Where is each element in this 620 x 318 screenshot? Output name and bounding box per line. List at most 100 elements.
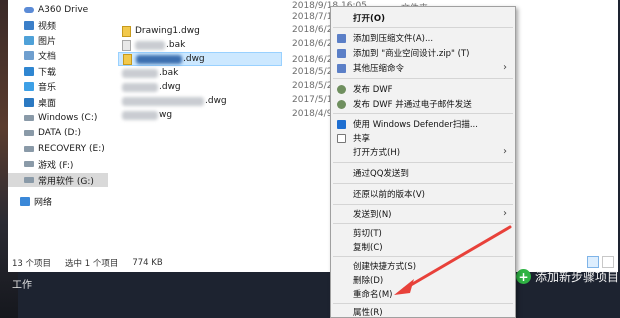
menu-item-publish-dwf-email[interactable]: 发布 DWF 并通过电子邮件发送 <box>331 97 515 111</box>
bak-file-icon <box>122 39 131 51</box>
menu-item-label: 复制(C) <box>353 243 383 253</box>
nav-item-pictures[interactable]: 图片 <box>8 33 108 47</box>
menu-separator <box>333 27 513 28</box>
nav-item-drive-d[interactable]: DATA (D:) <box>8 126 108 140</box>
menu-item-open[interactable]: 打开(O) <box>331 11 515 25</box>
menu-item-label: 共享 <box>353 134 371 144</box>
nav-item-downloads[interactable]: 下载 <box>8 64 108 78</box>
menu-item-label: 剪切(T) <box>353 229 382 239</box>
menu-item-label: 删除(D) <box>353 276 384 286</box>
chevron-right-icon: › <box>503 146 507 157</box>
blurred-name <box>122 68 158 78</box>
nav-item-label: 文档 <box>38 51 57 62</box>
item-count: 13 个项目 <box>12 259 52 269</box>
selection-size: 774 KB <box>132 258 163 268</box>
archive-icon <box>337 49 346 58</box>
menu-item-add-to-zip[interactable]: 添加到 "商业空间设计.zip" (T) <box>331 46 515 60</box>
picture-folder-icon <box>24 35 34 45</box>
nav-item-documents[interactable]: 文档 <box>8 48 108 62</box>
annotation-arrow-icon <box>394 225 512 295</box>
music-folder-icon <box>24 81 34 91</box>
nav-item-label: 视频 <box>38 21 57 32</box>
file-name: wg <box>159 110 173 120</box>
file-name: .bak <box>166 40 186 50</box>
blurred-name <box>136 54 182 64</box>
menu-item-label: 发布 DWF <box>353 85 393 95</box>
file-name: .dwg <box>159 82 181 92</box>
menu-item-label: 打开方式(H) <box>353 148 401 158</box>
nav-item-label: 游戏 (F:) <box>38 160 74 171</box>
nav-item-label: 音乐 <box>38 82 57 93</box>
drive-icon <box>24 130 34 136</box>
menu-item-more-compress[interactable]: 其他压缩命令 › <box>331 61 515 75</box>
nav-item-a360[interactable]: A360 Drive <box>8 3 108 17</box>
drive-icon <box>24 161 34 167</box>
navigation-pane: A360 Drive 视频 图片 文档 下载 音乐 桌面 Windows (C:… <box>8 0 108 254</box>
nav-item-label: 图片 <box>38 36 57 47</box>
menu-separator <box>333 78 513 79</box>
menu-item-label: 打开(O) <box>353 14 385 24</box>
nav-item-label: Windows (C:) <box>38 113 98 123</box>
menu-item-label: 其他压缩命令 <box>353 64 405 74</box>
menu-item-share[interactable]: 共享 <box>331 131 515 145</box>
menu-item-open-with[interactable]: 打开方式(H) › <box>331 145 515 159</box>
blurred-name <box>122 82 158 92</box>
selection-count: 选中 1 个项目 <box>65 259 119 269</box>
archive-icon <box>337 64 346 73</box>
file-name: .dwg <box>183 54 205 64</box>
blurred-name <box>135 40 165 50</box>
menu-item-label: 发布 DWF 并通过电子邮件发送 <box>353 100 472 110</box>
menu-item-label: 属性(R) <box>353 308 383 318</box>
archive-icon <box>337 34 346 43</box>
shield-icon <box>337 120 346 129</box>
menu-item-label: 使用 Windows Defender扫描... <box>353 120 478 130</box>
file-name: Drawing1.dwg <box>135 26 200 36</box>
nav-item-label: DATA (D:) <box>38 128 82 138</box>
menu-item-label: 添加到压缩文件(A)... <box>353 34 434 44</box>
nav-item-music[interactable]: 音乐 <box>8 79 108 93</box>
publish-icon <box>337 85 346 94</box>
blurred-name <box>122 96 204 106</box>
share-icon <box>337 134 346 143</box>
video-folder-icon <box>24 20 34 30</box>
details-view-button[interactable] <box>587 256 599 268</box>
chevron-right-icon: › <box>503 62 507 73</box>
nav-item-network[interactable]: 网络 <box>8 194 108 208</box>
nav-item-drive-e[interactable]: RECOVERY (E:) <box>8 142 108 156</box>
menu-item-label: 还原以前的版本(V) <box>353 190 425 200</box>
network-icon <box>20 196 30 206</box>
nav-item-videos[interactable]: 视频 <box>8 18 108 32</box>
nav-item-label: RECOVERY (E:) <box>38 144 105 154</box>
view-buttons <box>587 256 614 268</box>
nav-item-drive-g[interactable]: 常用软件 (G:) <box>8 173 108 187</box>
blurred-name <box>122 110 158 120</box>
file-name: .bak <box>159 68 179 78</box>
nav-item-label: 桌面 <box>38 98 57 109</box>
file-row-selected[interactable]: .dwg <box>118 52 282 66</box>
download-folder-icon <box>24 66 34 76</box>
nav-item-desktop[interactable]: 桌面 <box>8 95 108 109</box>
menu-separator <box>333 113 513 114</box>
menu-item-restore-versions[interactable]: 还原以前的版本(V) <box>331 187 515 201</box>
menu-separator <box>333 204 513 205</box>
large-icons-view-button[interactable] <box>602 256 614 268</box>
nav-item-label: 常用软件 (G:) <box>38 176 94 187</box>
document-folder-icon <box>24 50 34 60</box>
menu-separator <box>333 183 513 184</box>
menu-item-send-via-qq[interactable]: 通过QQ发送到 <box>331 166 515 180</box>
menu-item-publish-dwf[interactable]: 发布 DWF <box>331 82 515 96</box>
dwg-file-icon <box>123 53 132 65</box>
nav-item-drive-f[interactable]: 游戏 (F:) <box>8 157 108 171</box>
nav-item-drive-c[interactable]: Windows (C:) <box>8 111 108 125</box>
desktop-folder-icon <box>24 97 34 107</box>
menu-item-add-to-archive[interactable]: 添加到压缩文件(A)... <box>331 31 515 45</box>
dwg-file-icon <box>122 25 131 37</box>
cloud-icon <box>24 7 34 13</box>
menu-separator <box>333 162 513 163</box>
menu-item-label: 通过QQ发送到 <box>353 169 409 179</box>
menu-item-label: 添加到 "商业空间设计.zip" (T) <box>353 49 470 59</box>
menu-item-properties[interactable]: 属性(R) <box>331 305 515 318</box>
publish-email-icon <box>337 100 346 109</box>
menu-item-defender-scan[interactable]: 使用 Windows Defender扫描... <box>331 117 515 131</box>
drive-icon <box>24 146 34 152</box>
